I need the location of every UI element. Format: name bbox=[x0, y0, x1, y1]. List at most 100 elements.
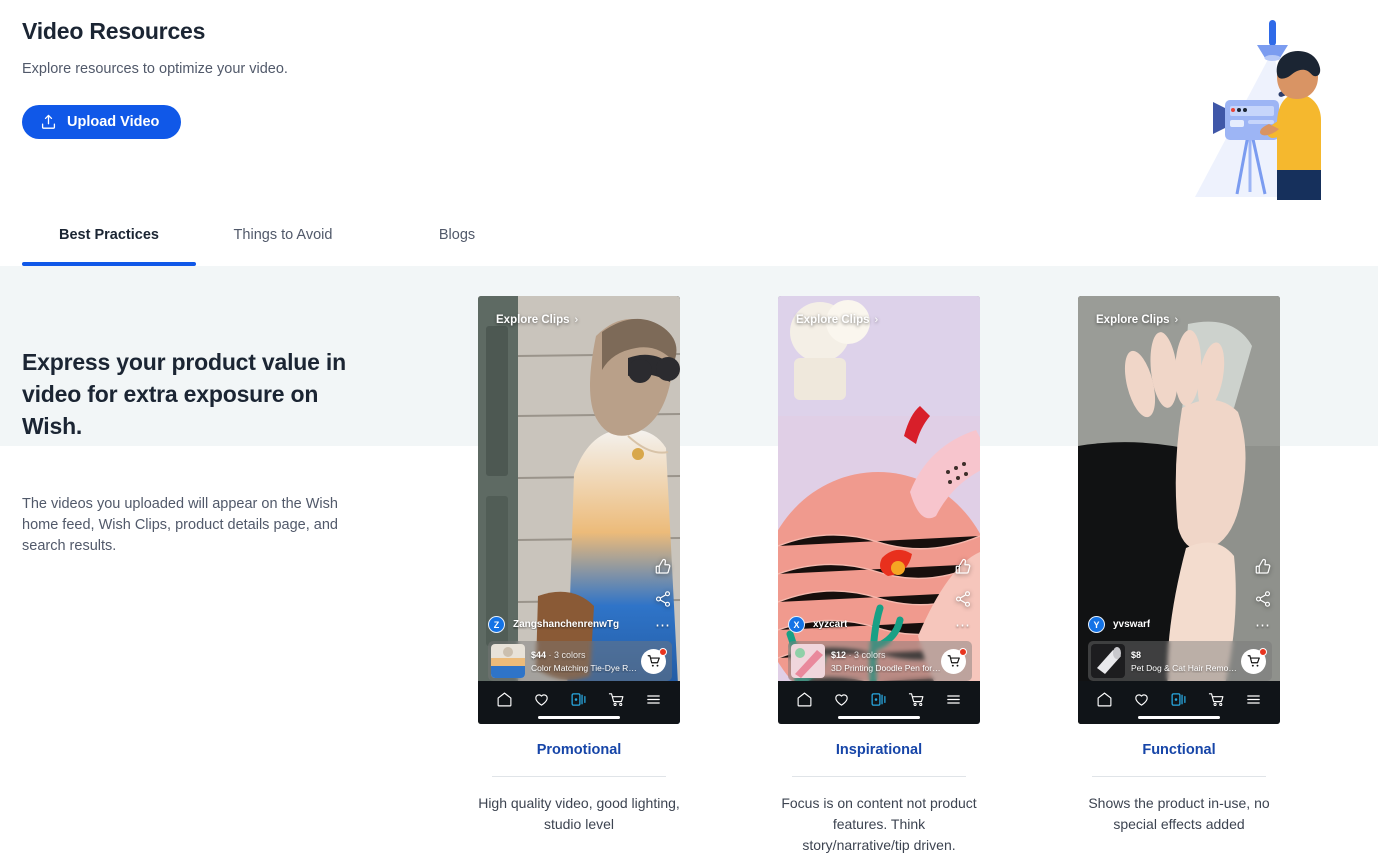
product-name: Pet Dog & Cat Hair Remover, 240 sh... bbox=[1131, 662, 1241, 673]
product-thumbnail-image bbox=[1091, 644, 1125, 678]
cart-icon[interactable] bbox=[908, 691, 925, 708]
phone-preview[interactable]: Explore Clips › ⋯ bbox=[478, 296, 680, 724]
clip-card: Explore Clips › ⋯ bbox=[778, 296, 980, 856]
phone-preview[interactable]: Explore Clips › ⋯ bbox=[1078, 296, 1280, 724]
tab-best-practices[interactable]: Best Practices bbox=[22, 210, 196, 266]
upload-icon bbox=[41, 114, 56, 130]
avatar: Z bbox=[488, 616, 505, 633]
menu-icon[interactable] bbox=[645, 691, 662, 708]
product-info: $8 Pet Dog & Cat Hair Remover, 240 sh... bbox=[1125, 650, 1241, 673]
home-indicator bbox=[1138, 716, 1220, 719]
product-thumbnail bbox=[791, 644, 825, 678]
explore-clips-label: Explore Clips bbox=[1096, 314, 1170, 326]
cart-icon bbox=[947, 655, 960, 667]
clips-icon[interactable] bbox=[870, 691, 887, 708]
clips-icon[interactable] bbox=[570, 691, 587, 708]
pitch-body: The videos you uploaded will appear on t… bbox=[22, 496, 338, 554]
add-to-cart-button[interactable] bbox=[1241, 647, 1267, 674]
clip-card: Explore Clips › ⋯ bbox=[1078, 296, 1280, 856]
explore-clips-label: Explore Clips bbox=[496, 314, 570, 326]
product-card[interactable]: $12 · 3 colors 3D Printing Doodle Pen fo… bbox=[788, 641, 972, 681]
heart-icon[interactable] bbox=[833, 691, 850, 708]
creator-username: ZangshanchenrenwTg bbox=[513, 619, 620, 630]
divider bbox=[492, 776, 666, 777]
chevron-right-icon: › bbox=[1174, 314, 1179, 326]
product-name: Color Matching Tie-Dye Round Neck... bbox=[531, 662, 641, 673]
menu-icon[interactable] bbox=[1245, 691, 1262, 708]
add-to-cart-button[interactable] bbox=[941, 647, 967, 674]
heart-icon[interactable] bbox=[533, 691, 550, 708]
card-title-functional[interactable]: Functional bbox=[1078, 742, 1280, 758]
menu-icon[interactable] bbox=[945, 691, 962, 708]
home-icon[interactable] bbox=[496, 691, 513, 708]
product-info: $12 · 3 colors 3D Printing Doodle Pen fo… bbox=[825, 650, 941, 673]
cart-icon[interactable] bbox=[608, 691, 625, 708]
explore-clips-label: Explore Clips bbox=[796, 314, 870, 326]
card-description: Focus is on content not product features… bbox=[781, 795, 977, 853]
product-name: 3D Printing Doodle Pen for modeling... bbox=[831, 662, 941, 673]
card-title-inspirational[interactable]: Inspirational bbox=[778, 742, 980, 758]
share-icon[interactable] bbox=[1254, 590, 1272, 608]
product-card[interactable]: $44 · 3 colors Color Matching Tie-Dye Ro… bbox=[488, 641, 672, 681]
clip-cards: Explore Clips › ⋯ Z ZangshanchenrenwTg $… bbox=[478, 296, 1280, 856]
product-thumbnail bbox=[1091, 644, 1125, 678]
cart-icon[interactable] bbox=[1208, 691, 1225, 708]
cart-badge bbox=[959, 647, 967, 656]
price-value: $44 bbox=[531, 649, 547, 660]
thumbs-up-icon[interactable] bbox=[654, 558, 672, 576]
creator-row[interactable]: Z ZangshanchenrenwTg bbox=[488, 616, 672, 633]
chevron-right-icon: › bbox=[874, 314, 879, 326]
avatar: X bbox=[788, 616, 805, 633]
explore-clips-link[interactable]: Explore Clips › bbox=[796, 314, 878, 326]
cart-badge bbox=[1259, 647, 1267, 656]
creator-username: yvswarf bbox=[1113, 619, 1151, 630]
product-thumbnail-image bbox=[491, 644, 525, 678]
product-card[interactable]: $8 Pet Dog & Cat Hair Remover, 240 sh... bbox=[1088, 641, 1272, 681]
divider bbox=[1092, 776, 1266, 777]
tab-label: Blogs bbox=[438, 227, 476, 243]
tab-blogs[interactable]: Blogs bbox=[370, 210, 544, 266]
creator-row[interactable]: Y yvswarf bbox=[1088, 616, 1272, 633]
creator-row[interactable]: X xyzcart bbox=[788, 616, 972, 633]
divider bbox=[792, 776, 966, 777]
thumbs-up-icon[interactable] bbox=[1254, 558, 1272, 576]
upload-video-button[interactable]: Upload Video bbox=[22, 105, 182, 139]
chevron-right-icon: › bbox=[574, 314, 579, 326]
tab-things-to-avoid[interactable]: Things to Avoid bbox=[196, 210, 370, 266]
price-meta: · 3 colors bbox=[548, 649, 586, 660]
product-price: $44 · 3 colors bbox=[531, 650, 641, 660]
creator-username: xyzcart bbox=[813, 619, 848, 630]
explore-clips-link[interactable]: Explore Clips › bbox=[496, 314, 578, 326]
page-title: Video Resources bbox=[22, 18, 206, 44]
avatar: Y bbox=[1088, 616, 1105, 633]
clips-icon[interactable] bbox=[1170, 691, 1187, 708]
clip-card: Explore Clips › ⋯ bbox=[478, 296, 680, 856]
cart-badge bbox=[659, 647, 667, 656]
home-indicator bbox=[538, 716, 620, 719]
cart-icon bbox=[647, 655, 660, 667]
card-title-promotional[interactable]: Promotional bbox=[478, 742, 680, 758]
home-icon[interactable] bbox=[796, 691, 813, 708]
thumbs-up-icon[interactable] bbox=[954, 558, 972, 576]
home-icon[interactable] bbox=[1096, 691, 1113, 708]
share-icon[interactable] bbox=[654, 590, 672, 608]
tab-label: Best Practices bbox=[59, 227, 159, 243]
product-info: $44 · 3 colors Color Matching Tie-Dye Ro… bbox=[525, 650, 641, 673]
add-to-cart-button[interactable] bbox=[641, 647, 667, 674]
video-resources-page: Video Resources Explore resources to opt… bbox=[0, 0, 1378, 863]
page-subtitle: Explore resources to optimize your video… bbox=[22, 61, 288, 77]
pitch-column: Express your product value in video for … bbox=[22, 346, 372, 557]
videographer-illustration bbox=[1195, 20, 1321, 200]
price-value: $8 bbox=[1131, 649, 1142, 660]
price-meta: · 3 colors bbox=[848, 649, 886, 660]
home-indicator bbox=[838, 716, 920, 719]
share-icon[interactable] bbox=[954, 590, 972, 608]
phone-preview[interactable]: Explore Clips › ⋯ bbox=[778, 296, 980, 724]
explore-clips-link[interactable]: Explore Clips › bbox=[1096, 314, 1178, 326]
tab-bar[interactable]: Best Practices Things to Avoid Blogs bbox=[0, 210, 1378, 266]
card-description: High quality video, good lighting, studi… bbox=[478, 795, 680, 832]
page-header: Video Resources Explore resources to opt… bbox=[0, 0, 1378, 210]
product-price: $8 bbox=[1131, 650, 1241, 660]
heart-icon[interactable] bbox=[1133, 691, 1150, 708]
product-price: $12 · 3 colors bbox=[831, 650, 941, 660]
